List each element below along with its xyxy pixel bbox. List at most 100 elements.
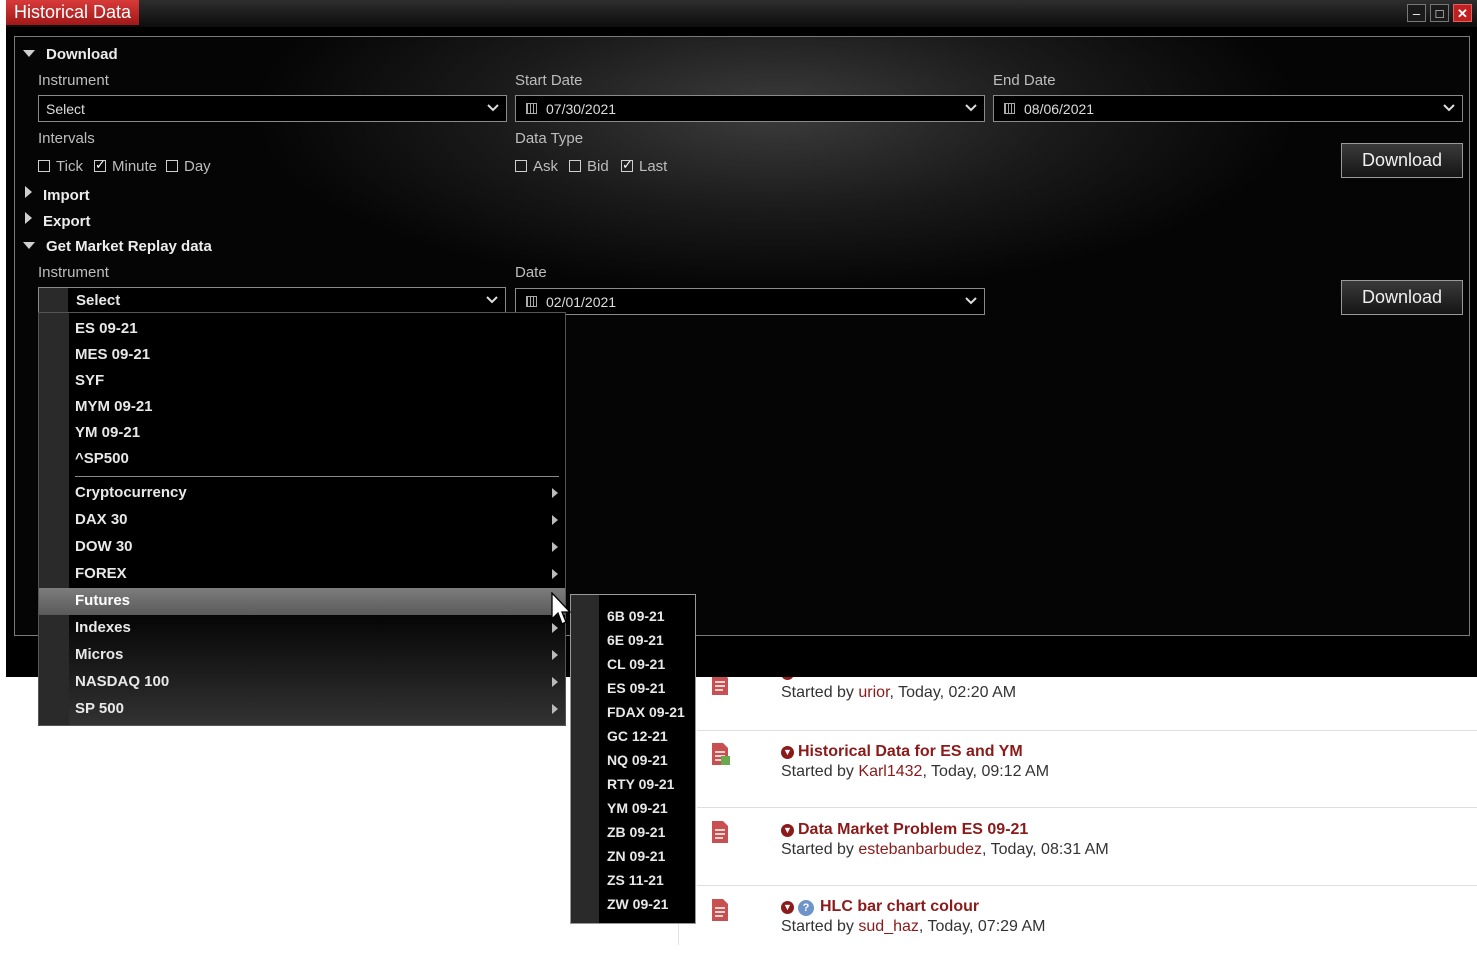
menu-gutter xyxy=(39,288,68,313)
submenu-item[interactable]: FDAX 09-21 xyxy=(607,704,685,720)
calendar-icon xyxy=(526,103,537,114)
end-date-picker[interactable]: 08/06/2021 xyxy=(993,95,1463,122)
submenu-arrow-icon xyxy=(552,488,558,498)
document-attachment-icon xyxy=(712,743,730,765)
title-bar[interactable]: Historical Data – □ ✕ xyxy=(6,0,1477,27)
thread-author[interactable]: Karl1432 xyxy=(858,763,922,780)
checkbox-checked-icon xyxy=(94,157,106,173)
menu-group-micros[interactable]: Micros xyxy=(39,642,565,669)
menu-group-cryptocurrency[interactable]: Cryptocurrency xyxy=(39,480,565,507)
submenu-item[interactable]: CL 09-21 xyxy=(607,656,665,672)
menu-group-dax30[interactable]: DAX 30 xyxy=(39,507,565,534)
start-date-picker[interactable]: 07/30/2021 xyxy=(515,95,985,122)
document-icon xyxy=(712,899,728,921)
datatype-last-checkbox[interactable]: Last xyxy=(621,157,667,175)
menu-item-recent[interactable]: YM 09-21 xyxy=(39,420,565,447)
mouse-cursor-icon xyxy=(551,592,571,625)
start-date-label: Start Date xyxy=(515,72,583,89)
section-download-header[interactable]: Download xyxy=(23,46,118,63)
interval-minute-checkbox[interactable]: Minute xyxy=(94,157,157,175)
menu-gutter xyxy=(571,595,599,923)
submenu-item[interactable]: RTY 09-21 xyxy=(607,776,674,792)
submenu-arrow-icon xyxy=(552,677,558,687)
submenu-item[interactable]: GC 12-21 xyxy=(607,728,668,744)
thread-author[interactable]: urior xyxy=(858,684,889,701)
thread-row[interactable]: ▼? HLC bar chart colour Started by sud_ha… xyxy=(697,886,1477,956)
thread-row[interactable]: ▼ Data Market Problem ES 09-21 Started by… xyxy=(697,808,1477,886)
maximize-icon[interactable]: □ xyxy=(1430,4,1449,22)
new-post-icon: ▼ xyxy=(781,746,794,759)
new-post-icon: ▼ xyxy=(781,824,794,837)
submenu-item[interactable]: ES 09-21 xyxy=(607,680,665,696)
close-icon[interactable]: ✕ xyxy=(1453,4,1472,22)
minimize-icon[interactable]: – xyxy=(1407,4,1426,22)
intervals-label: Intervals xyxy=(38,130,95,147)
section-market-replay-header[interactable]: Get Market Replay data xyxy=(23,238,212,255)
submenu-item[interactable]: ZS 11-21 xyxy=(607,872,664,888)
thread-title[interactable]: ▼ Data Market Problem ES 09-21 xyxy=(781,821,1028,839)
menu-group-futures[interactable]: Futures xyxy=(39,588,565,615)
replay-instrument-select[interactable]: Select xyxy=(38,287,506,314)
thread-title[interactable]: ▼? HLC bar chart colour xyxy=(781,898,979,916)
submenu-item[interactable]: 6B 09-21 xyxy=(607,608,665,624)
chevron-down-icon xyxy=(965,297,977,305)
submenu-item[interactable]: YM 09-21 xyxy=(607,800,668,816)
menu-group-dow30[interactable]: DOW 30 xyxy=(39,534,565,561)
menu-group-indexes[interactable]: Indexes xyxy=(39,615,565,642)
thread-author[interactable]: sud_haz xyxy=(858,918,919,935)
checkbox-icon xyxy=(515,160,527,172)
thread-meta: Started by estebanbarbudez, Today, 08:31… xyxy=(781,841,1109,858)
replay-instrument-label: Instrument xyxy=(38,264,109,281)
replay-date-value: 02/01/2021 xyxy=(546,294,617,310)
submenu-item[interactable]: ZN 09-21 xyxy=(607,848,665,864)
menu-item-recent[interactable]: ES 09-21 xyxy=(39,316,565,343)
menu-item-recent[interactable]: SYF xyxy=(39,368,565,395)
datatype-bid-checkbox[interactable]: Bid xyxy=(569,158,609,175)
expand-triangle-icon xyxy=(25,212,32,224)
submenu-item[interactable]: ZW 09-21 xyxy=(607,896,668,912)
thread-meta: Started by Karl1432, Today, 09:12 AM xyxy=(781,763,1050,780)
chevron-down-icon xyxy=(486,296,498,304)
datatype-ask-checkbox[interactable]: Ask xyxy=(515,158,558,175)
section-import-header[interactable]: Import xyxy=(23,186,90,204)
thread-author[interactable]: estebanbarbudez xyxy=(858,841,982,858)
menu-group-sp500[interactable]: SP 500 xyxy=(39,696,565,723)
forum-thread-list: ▼distinction the Cluster on bar Started … xyxy=(678,664,1477,945)
section-export-header[interactable]: Export xyxy=(23,212,91,230)
thread-meta: Started by sud_haz, Today, 07:29 AM xyxy=(781,918,1046,935)
expand-triangle-icon xyxy=(25,186,32,198)
submenu-item[interactable]: 6E 09-21 xyxy=(607,632,664,648)
thread-meta: Started by urior, Today, 02:20 AM xyxy=(781,684,1017,701)
chevron-down-icon xyxy=(965,104,977,112)
question-icon: ? xyxy=(798,900,814,916)
document-icon xyxy=(712,821,728,843)
submenu-item[interactable]: NQ 09-21 xyxy=(607,752,668,768)
collapse-triangle-icon xyxy=(23,50,35,57)
interval-day-checkbox[interactable]: Day xyxy=(166,158,211,175)
thread-row[interactable]: ▼ Historical Data for ES and YM Started b… xyxy=(697,730,1477,808)
submenu-arrow-icon xyxy=(552,542,558,552)
replay-download-button[interactable]: Download xyxy=(1341,280,1463,315)
download-button[interactable]: Download xyxy=(1341,143,1463,178)
checkbox-checked-icon xyxy=(621,157,633,173)
menu-item-recent[interactable]: ^SP500 xyxy=(39,446,565,473)
checkbox-icon xyxy=(569,160,581,172)
menu-item-recent[interactable]: MES 09-21 xyxy=(39,342,565,369)
instrument-select[interactable]: Select xyxy=(38,95,507,122)
calendar-icon xyxy=(526,296,537,307)
menu-item-recent[interactable]: MYM 09-21 xyxy=(39,394,565,421)
menu-group-nasdaq100[interactable]: NASDAQ 100 xyxy=(39,669,565,696)
menu-separator xyxy=(75,476,559,477)
chevron-down-icon xyxy=(1443,104,1455,112)
futures-submenu: 6B 09-21 6E 09-21 CL 09-21 ES 09-21 FDAX… xyxy=(570,594,696,924)
submenu-item[interactable]: ZB 09-21 xyxy=(607,824,665,840)
menu-group-forex[interactable]: FOREX xyxy=(39,561,565,588)
replay-instrument-value: Select xyxy=(76,292,121,309)
collapse-triangle-icon xyxy=(23,242,35,249)
calendar-icon xyxy=(1004,103,1015,114)
start-date-value: 07/30/2021 xyxy=(546,101,617,117)
replay-date-picker[interactable]: 02/01/2021 xyxy=(515,288,985,315)
interval-tick-checkbox[interactable]: Tick xyxy=(38,158,83,175)
thread-title[interactable]: ▼ Historical Data for ES and YM xyxy=(781,743,1023,761)
submenu-arrow-icon xyxy=(552,569,558,579)
